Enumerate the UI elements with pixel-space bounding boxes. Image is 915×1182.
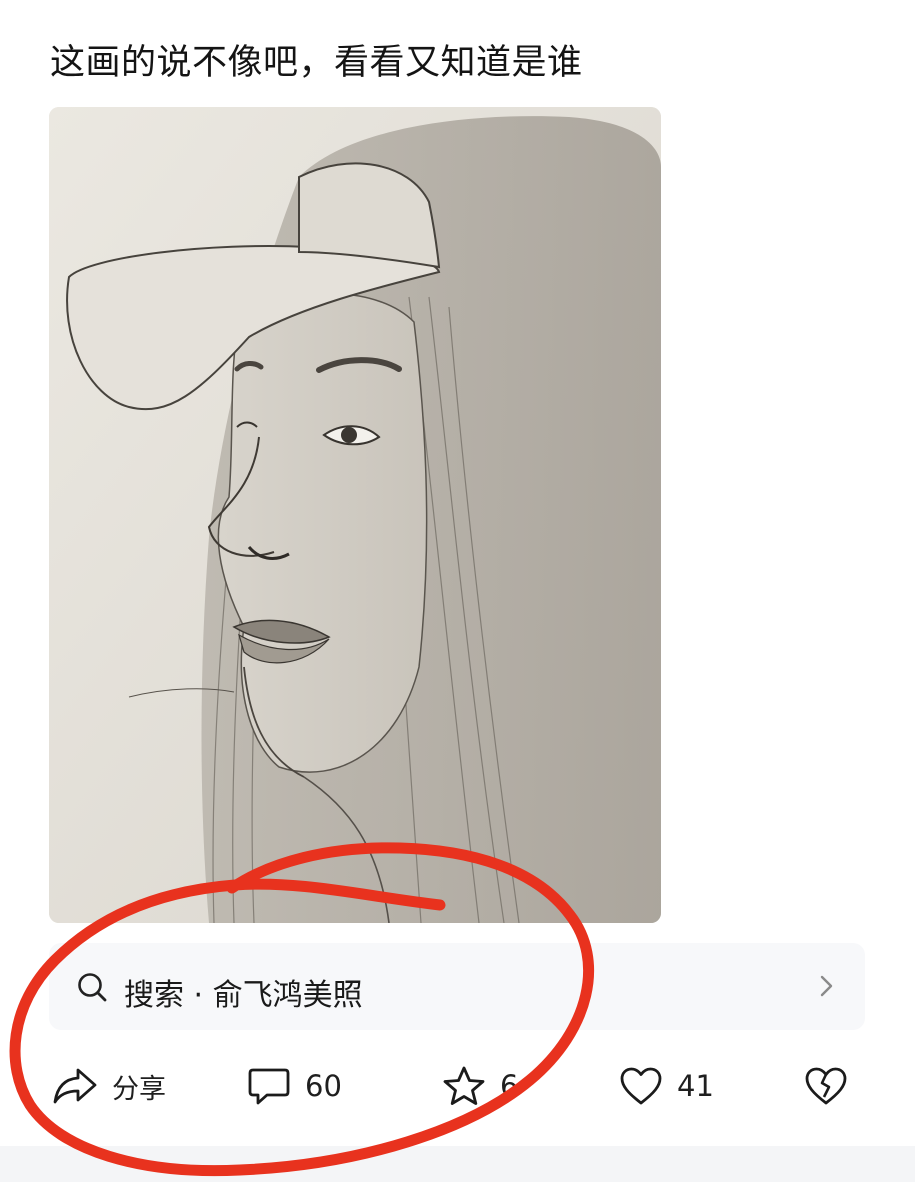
share-label: 分享 <box>112 1073 166 1105</box>
share-button[interactable]: 分享 <box>52 1050 166 1122</box>
dislike-button[interactable] <box>804 1050 848 1122</box>
search-icon <box>76 971 108 1003</box>
share-arrow-icon <box>52 1066 98 1106</box>
comment-bubble-icon <box>247 1066 291 1106</box>
action-bar: 分享 60 6 41 <box>0 1050 915 1122</box>
favorite-count: 6 <box>500 1069 519 1103</box>
chevron-right-icon <box>813 973 839 999</box>
heart-icon <box>619 1066 663 1106</box>
comment-count: 60 <box>305 1069 342 1103</box>
search-query-text: 搜索 · 俞飞鸿美照 <box>124 978 363 1013</box>
comment-button[interactable]: 60 <box>247 1050 342 1122</box>
star-icon <box>442 1065 486 1107</box>
search-suggestion-bar[interactable]: 搜索 · 俞飞鸿美照 <box>49 943 865 1030</box>
broken-heart-icon <box>804 1066 848 1106</box>
pencil-sketch-portrait <box>49 107 661 923</box>
like-count: 41 <box>677 1069 714 1103</box>
bottom-divider <box>0 1146 915 1182</box>
post-title: 这画的说不像吧，看看又知道是谁 <box>50 43 583 83</box>
favorite-button[interactable]: 6 <box>442 1050 518 1122</box>
post-image[interactable] <box>49 107 661 923</box>
like-button[interactable]: 41 <box>619 1050 714 1122</box>
